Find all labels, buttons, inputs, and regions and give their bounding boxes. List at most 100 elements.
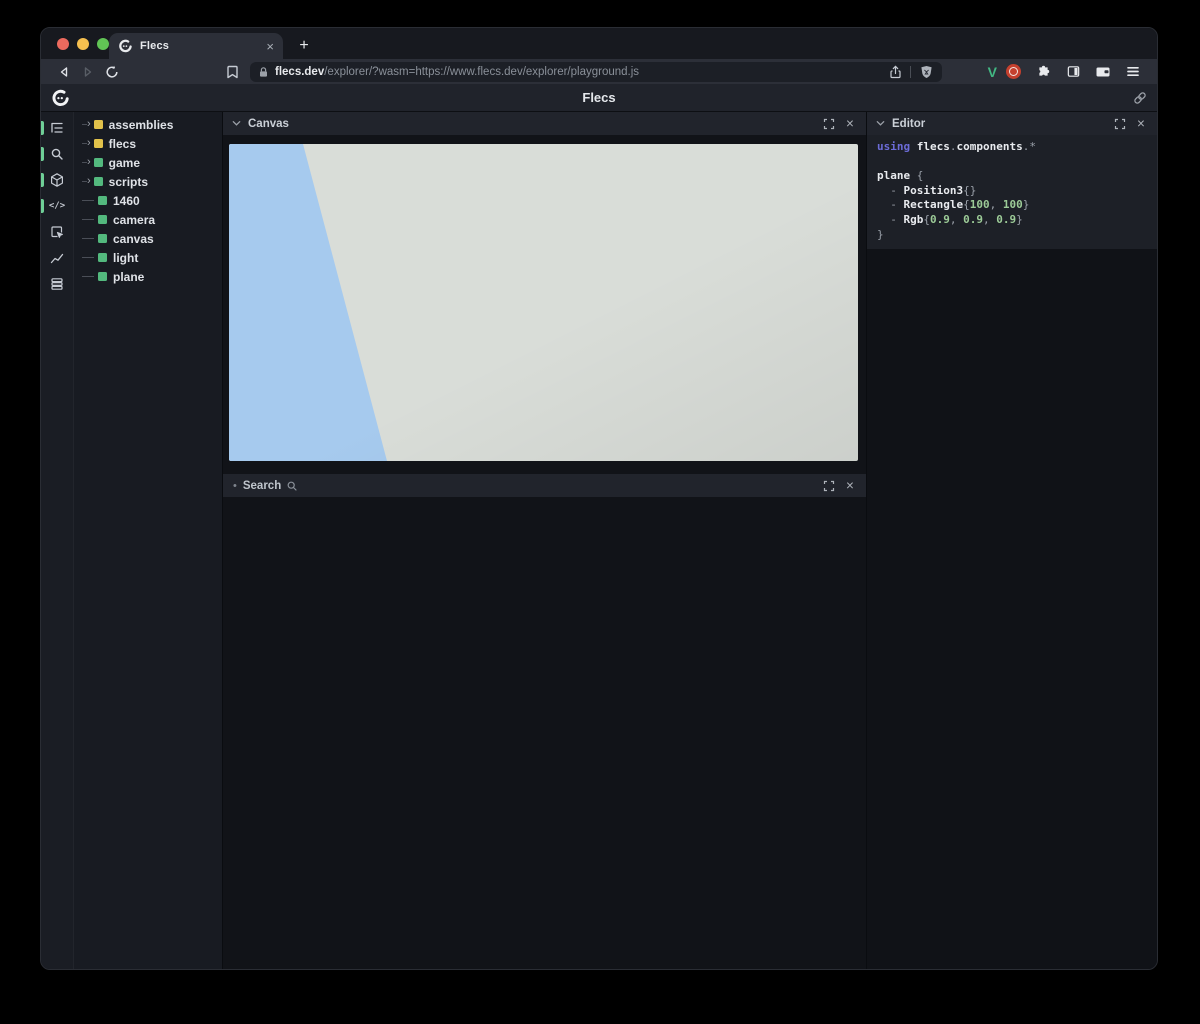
vue-devtools-icon[interactable]: V	[988, 64, 997, 80]
screen: Flecs × +	[0, 0, 1200, 1024]
tab-title: Flecs	[140, 40, 169, 52]
entity-label: plane	[113, 270, 144, 284]
back-button[interactable]	[54, 63, 74, 81]
browser-toolbar: flecs.dev/explorer/?wasm=https://www.fle…	[41, 59, 1157, 84]
menu-hamburger-icon[interactable]	[1125, 64, 1141, 80]
wallet-icon[interactable]	[1095, 64, 1111, 80]
flecs-favicon	[118, 39, 132, 53]
reload-button[interactable]	[102, 63, 122, 81]
canvas-panel-header: Canvas ×	[223, 112, 866, 135]
code-glyph: </>	[49, 201, 65, 211]
entity-color-square	[98, 272, 107, 281]
extension-icons: V	[988, 64, 1144, 80]
expand-chevron-icon[interactable]: ›	[87, 176, 91, 187]
flecs-logo[interactable]	[51, 89, 69, 107]
app-header: Flecs	[41, 84, 1157, 112]
bookmark-icon[interactable]	[222, 63, 242, 81]
editor-column: Editor × using flecs.components.* plane …	[866, 112, 1157, 970]
tree-item-plane[interactable]: plane	[74, 267, 222, 286]
chevron-down-icon[interactable]	[875, 118, 886, 129]
inspector-cursor-icon[interactable]	[41, 219, 73, 245]
new-tab-button[interactable]: +	[291, 33, 317, 59]
fullscreen-icon[interactable]	[1112, 116, 1128, 132]
brave-shield-icon[interactable]	[918, 64, 934, 80]
adblock-extension-icon[interactable]	[1006, 64, 1021, 79]
entity-color-square	[98, 196, 107, 205]
traffic-lights	[57, 38, 109, 50]
expand-chevron-icon[interactable]: ›	[87, 119, 91, 130]
page-title: Flecs	[41, 90, 1157, 105]
tree-item-light[interactable]: light	[74, 248, 222, 267]
canvas-column-filler	[223, 497, 866, 970]
3d-viewport[interactable]	[229, 144, 858, 461]
close-panel-icon[interactable]: ×	[1133, 116, 1149, 132]
chevron-down-icon[interactable]	[231, 118, 242, 129]
fullscreen-icon[interactable]	[821, 116, 837, 132]
icon-rail: </>	[41, 112, 73, 970]
outliner-icon[interactable]	[41, 115, 73, 141]
tree-guide-line	[82, 200, 94, 201]
tree-item-camera[interactable]: camera	[74, 210, 222, 229]
code-icon[interactable]: </>	[41, 193, 73, 219]
entity-color-square	[98, 253, 107, 262]
stats-chart-icon[interactable]	[41, 245, 73, 271]
tree-item-flecs[interactable]: › flecs	[74, 134, 222, 153]
editor-panel-title: Editor	[892, 118, 925, 130]
script-editor[interactable]: using flecs.components.* plane { - Posit…	[867, 135, 1157, 249]
canvas-viewport-wrap	[223, 135, 866, 474]
browser-tab-flecs[interactable]: Flecs ×	[109, 33, 283, 59]
tree-item-game[interactable]: › game	[74, 153, 222, 172]
canvas-panel-title: Canvas	[248, 118, 289, 130]
url-bar[interactable]: flecs.dev/explorer/?wasm=https://www.fle…	[250, 62, 942, 82]
tree-item-scripts[interactable]: › scripts	[74, 172, 222, 191]
tree-item-1460[interactable]: 1460	[74, 191, 222, 210]
entity-color-square	[98, 215, 107, 224]
entity-color-square	[94, 139, 103, 148]
share-icon[interactable]	[887, 64, 903, 80]
sidebar-toggle-icon[interactable]	[1065, 64, 1081, 80]
lock-icon	[258, 66, 269, 78]
url-divider	[910, 66, 911, 78]
expand-chevron-icon[interactable]: ›	[87, 138, 91, 149]
entity-label: light	[113, 251, 138, 265]
search-panel-header: • Search ×	[223, 474, 866, 497]
search-panel-title: Search	[243, 480, 281, 492]
expand-chevron-icon[interactable]: ›	[87, 157, 91, 168]
tree-item-canvas[interactable]: canvas	[74, 229, 222, 248]
share-link-icon[interactable]	[1132, 90, 1148, 106]
editor-panel-header: Editor ×	[867, 112, 1157, 135]
extensions-puzzle-icon[interactable]	[1035, 64, 1051, 80]
entity-color-square	[98, 234, 107, 243]
forward-button[interactable]	[78, 63, 98, 81]
entities-cube-icon[interactable]	[41, 167, 73, 193]
entity-label: camera	[113, 213, 155, 227]
tree-guide-line	[82, 238, 94, 239]
tab-strip: Flecs × +	[41, 28, 1157, 59]
minimize-window-button[interactable]	[77, 38, 89, 50]
url-text: flecs.dev/explorer/?wasm=https://www.fle…	[275, 66, 882, 78]
entity-label: 1460	[113, 194, 140, 208]
entity-color-square	[94, 177, 103, 186]
url-domain: flecs.dev	[275, 66, 324, 78]
canvas-column: Canvas ×	[222, 112, 866, 970]
entity-tree: ›assemblies›flecs›game›scripts1460camera…	[74, 115, 222, 286]
tree-guide-line	[82, 257, 94, 258]
entity-label: game	[109, 156, 140, 170]
data-tables-icon[interactable]	[41, 271, 73, 297]
tree-item-assemblies[interactable]: ›assemblies	[74, 115, 222, 134]
collapse-bullet-icon[interactable]: •	[233, 480, 237, 492]
entity-tree-panel: ›assemblies›flecs›game›scripts1460camera…	[73, 112, 222, 970]
close-window-button[interactable]	[57, 38, 69, 50]
query-search-icon[interactable]	[41, 141, 73, 167]
tree-guide-line	[82, 219, 94, 220]
entity-label: flecs	[109, 137, 136, 151]
search-magnifier-icon	[286, 480, 298, 492]
close-panel-icon[interactable]: ×	[842, 116, 858, 132]
zoom-window-button[interactable]	[97, 38, 109, 50]
close-panel-icon[interactable]: ×	[842, 478, 858, 494]
entity-label: scripts	[109, 175, 148, 189]
fullscreen-icon[interactable]	[821, 478, 837, 494]
entity-color-square	[94, 158, 103, 167]
tab-close-icon[interactable]: ×	[266, 40, 274, 53]
main-area: </>	[41, 112, 1157, 970]
